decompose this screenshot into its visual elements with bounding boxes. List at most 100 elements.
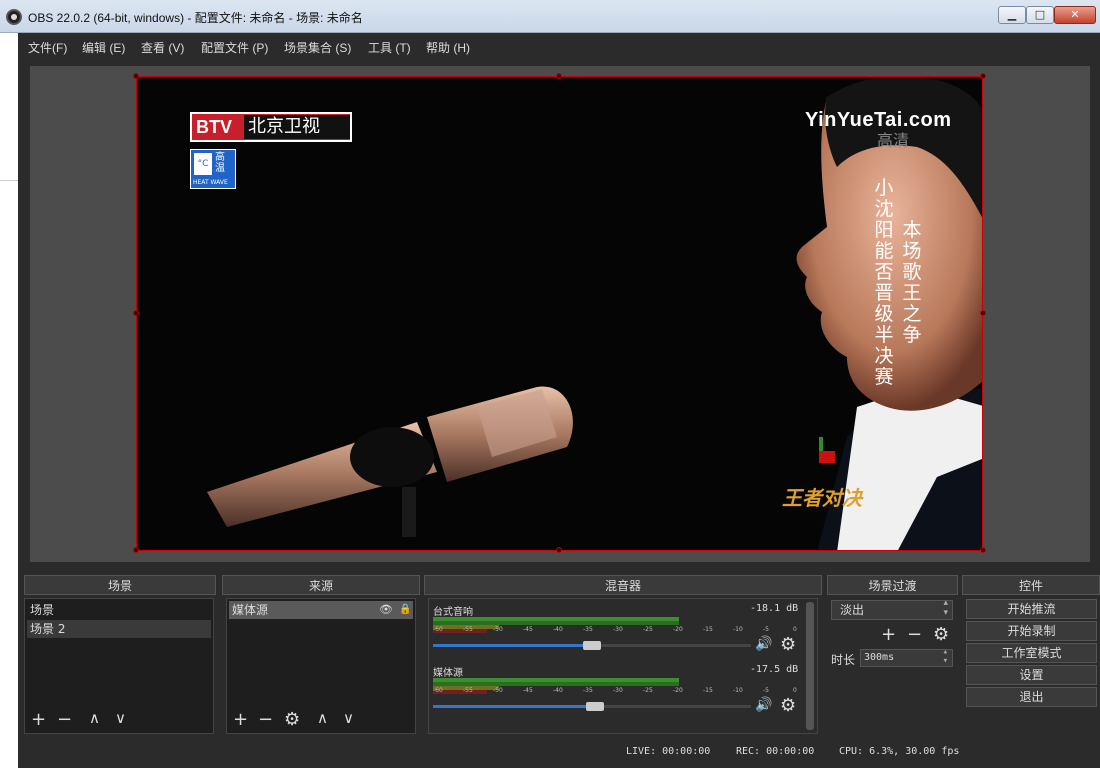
resize-handle-l[interactable] <box>133 310 139 316</box>
heat-wave-badge: °C 高温 HEAT WAVE <box>190 149 236 189</box>
volume-meter-peak <box>433 621 799 633</box>
transition-select[interactable]: 淡出 ▴ ▾ <box>831 598 953 620</box>
source-item-label: 媒体源 <box>232 603 269 617</box>
menu-edit[interactable]: 编辑 (E) <box>82 39 125 56</box>
meter-tick-label: -25 <box>643 626 653 633</box>
start-recording-button[interactable]: 开始录制 <box>966 621 1097 641</box>
volume-slider[interactable] <box>433 702 751 711</box>
studio-mode-button[interactable]: 工作室模式 <box>966 643 1097 663</box>
volume-slider-knob[interactable] <box>586 702 605 711</box>
meter-tick-label: -30 <box>613 626 623 633</box>
thermometer-icon: °C <box>194 153 212 175</box>
mixer-scrollbar[interactable] <box>806 602 814 730</box>
resize-handle-tl[interactable] <box>133 73 139 79</box>
show-logo: 王者对决 <box>782 486 862 510</box>
heat-badge-cn: 高温 <box>215 152 225 174</box>
background-window-divider <box>0 180 18 181</box>
marker-icon <box>819 437 835 463</box>
move-source-up-icon[interactable]: ∧ <box>317 709 328 727</box>
btv-channel-logo: BTV 北京卫视 <box>190 112 352 142</box>
window-title: OBS 22.0.2 (64-bit, windows) - 配置文件: 未命名… <box>28 11 363 25</box>
close-button[interactable]: ✕ <box>1054 6 1096 24</box>
speaker-icon[interactable]: 🔊 <box>755 636 772 652</box>
meter-tick-label: -20 <box>673 626 683 633</box>
meter-tick-label: -15 <box>703 626 713 633</box>
preview-canvas[interactable]: BTV 北京卫视 °C 高温 HEAT WAVE YinYueTai.com 高… <box>136 76 983 551</box>
move-scene-up-icon[interactable]: ∧ <box>89 709 100 727</box>
mixer-channel-name: 台式音响 <box>433 607 473 618</box>
meter-tick-label: 0 <box>793 687 797 694</box>
meter-tick-label: -25 <box>643 687 653 694</box>
resize-handle-b[interactable] <box>556 547 562 553</box>
spin-icon: ▴ ▾ <box>943 598 948 618</box>
lock-icon[interactable]: 🔒 <box>399 601 411 619</box>
menu-tools[interactable]: 工具 (T) <box>368 39 411 56</box>
cpu-status: CPU: 6.3%, 30.00 fps <box>839 746 960 757</box>
meter-tick-label: -50 <box>493 626 503 633</box>
add-transition-icon[interactable]: + <box>881 624 896 645</box>
transition-select-value: 淡出 <box>840 603 865 617</box>
minimize-button[interactable]: ▁ <box>998 6 1026 24</box>
mixer-channel-name: 媒体源 <box>433 668 463 679</box>
meter-tick-label: -40 <box>553 687 563 694</box>
scene-item[interactable]: 场景 <box>27 601 211 619</box>
settings-button[interactable]: 设置 <box>966 665 1097 685</box>
add-source-icon[interactable]: + <box>233 709 248 730</box>
btv-channel-name: 北京卫视 <box>244 115 350 139</box>
resize-handle-bl[interactable] <box>133 547 139 553</box>
meter-tick-label: -10 <box>733 626 743 633</box>
meter-tick-label: -5 <box>763 687 769 694</box>
meter-tick-label: -15 <box>703 687 713 694</box>
add-scene-icon[interactable]: + <box>31 709 46 730</box>
singer-figure <box>796 77 982 550</box>
remove-scene-icon[interactable]: − <box>57 709 72 730</box>
mixer-gear-icon[interactable]: ⚙ <box>780 634 796 655</box>
duration-value: 300ms <box>864 652 895 663</box>
meter-tick-label: -60 <box>433 626 443 633</box>
resize-handle-br[interactable] <box>980 547 986 553</box>
resize-handle-tr[interactable] <box>980 73 986 79</box>
meter-tick-label: -20 <box>673 687 683 694</box>
menu-file[interactable]: 文件(F) <box>28 39 67 56</box>
volume-slider[interactable] <box>433 641 751 650</box>
obs-logo-icon <box>6 9 22 25</box>
volume-slider-knob[interactable] <box>583 641 601 650</box>
menu-help[interactable]: 帮助 (H) <box>426 39 470 56</box>
source-properties-gear-icon[interactable]: ⚙ <box>284 709 300 730</box>
live-status: LIVE: 00:00:00 <box>626 746 711 757</box>
meter-tick-label: -40 <box>553 626 563 633</box>
heat-badge-en: HEAT WAVE <box>193 179 228 186</box>
meter-tick-label: -5 <box>763 626 769 633</box>
hd-tag: 高清 <box>877 131 910 150</box>
menu-profile[interactable]: 配置文件 (P) <box>201 39 268 56</box>
transition-properties-gear-icon[interactable]: ⚙ <box>933 624 949 645</box>
duration-label: 时长 <box>831 653 856 667</box>
controls-dock-title: 控件 <box>962 575 1100 595</box>
duration-spinbox[interactable]: 300ms ▴ ▾ <box>860 648 953 667</box>
sources-dock-title: 来源 <box>222 575 420 595</box>
scene-item[interactable]: 场景 2 <box>27 620 211 638</box>
rec-status: REC: 00:00:00 <box>736 746 815 757</box>
start-streaming-button[interactable]: 开始推流 <box>966 599 1097 619</box>
maximize-button[interactable]: □ <box>1026 6 1054 24</box>
meter-tick-label: -55 <box>463 626 473 633</box>
mixer-gear-icon[interactable]: ⚙ <box>780 695 796 716</box>
visibility-eye-icon[interactable]: 👁 <box>379 601 393 619</box>
menu-view[interactable]: 查看 (V) <box>141 39 184 56</box>
resize-handle-r[interactable] <box>980 310 986 316</box>
speaker-icon[interactable]: 🔊 <box>755 697 772 713</box>
move-scene-down-icon[interactable]: ∨ <box>115 709 126 727</box>
meter-tick-label: -60 <box>433 687 443 694</box>
menu-scene-collection[interactable]: 场景集合 (S) <box>284 39 351 56</box>
scenes-dock-title: 场景 <box>24 575 216 595</box>
microphone-graphic <box>207 386 573 537</box>
meter-tick-label: 0 <box>793 626 797 633</box>
volume-meter-peak <box>433 682 799 694</box>
resize-handle-t[interactable] <box>556 73 562 79</box>
exit-button[interactable]: 退出 <box>966 687 1097 707</box>
mixer-channel-db: -17.5 dB <box>750 664 799 675</box>
source-item[interactable]: 媒体源 👁 🔒 <box>229 601 413 619</box>
remove-transition-icon[interactable]: − <box>907 624 922 645</box>
move-source-down-icon[interactable]: ∨ <box>343 709 354 727</box>
remove-source-icon[interactable]: − <box>258 709 273 730</box>
